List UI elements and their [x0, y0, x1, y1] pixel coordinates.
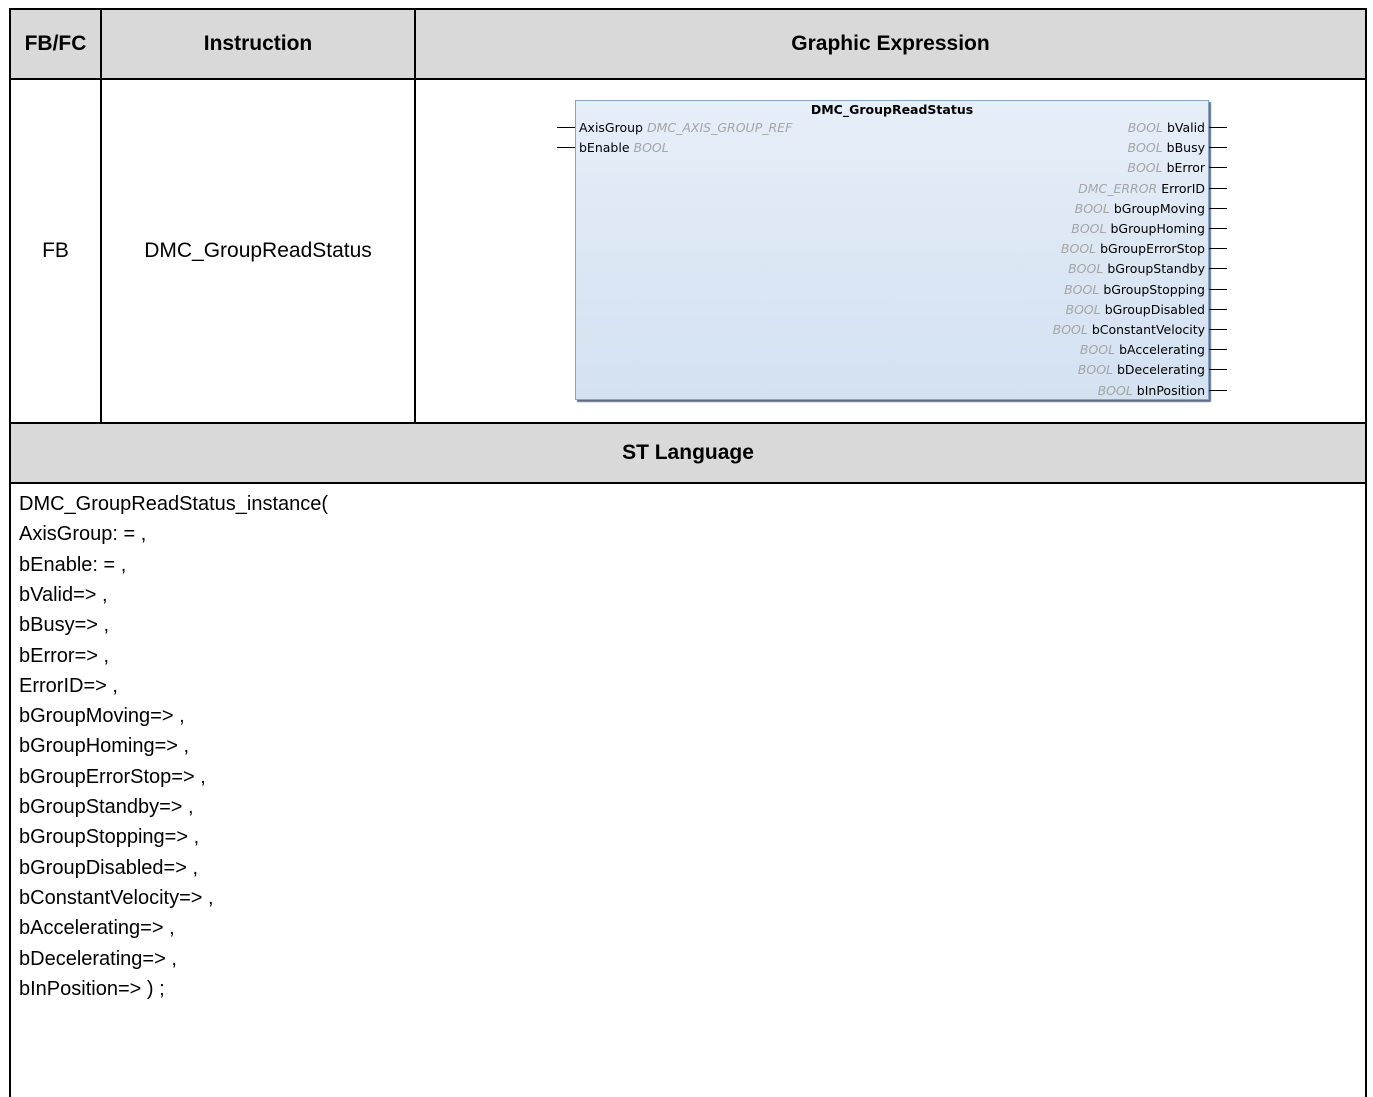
pin-name: bDecelerating — [1116, 362, 1205, 378]
output-pin-bGroupDisabled: BOOL bGroupDisabled — [1066, 300, 1206, 320]
divider — [11, 482, 1365, 484]
output-lead — [1209, 369, 1227, 371]
output-lead — [1209, 349, 1227, 351]
code-line: bGroupDisabled=> , — [19, 856, 199, 879]
output-pin-bDecelerating: BOOL bDecelerating — [1078, 360, 1205, 380]
st-language-title: ST Language — [622, 441, 754, 464]
output-lead — [1209, 308, 1227, 310]
output-lead — [1209, 248, 1227, 250]
output-lead — [1209, 187, 1227, 189]
header-fbfc: FB/FC — [24, 32, 87, 55]
output-pin-ErrorID: DMC_ERROR ErrorID — [1078, 179, 1205, 199]
code-line: bGroupErrorStop=> , — [19, 765, 206, 788]
pin-name: ErrorID — [1161, 180, 1205, 196]
st-language-header: ST Language — [11, 424, 1365, 482]
pin-name: bValid — [1166, 120, 1205, 135]
pin-type: BOOL — [1127, 120, 1167, 135]
code-line: bValid=> , — [19, 583, 108, 606]
output-lead — [1209, 127, 1227, 128]
output-lead — [1209, 167, 1227, 169]
output-lead — [1209, 228, 1227, 229]
output-pin-bGroupMoving: BOOL bGroupMoving — [1075, 199, 1205, 219]
column-divider — [414, 10, 416, 422]
code-line: bAccelerating=> , — [19, 917, 175, 940]
output-pin-bGroupHoming: BOOL bGroupHoming — [1071, 219, 1205, 239]
table-header-row: FB/FC Instruction Graphic Expression — [11, 10, 1365, 78]
cell-fbfc: FB — [42, 239, 69, 262]
output-pin-bInPosition: BOOL bInPosition — [1098, 381, 1205, 401]
pin-name: AxisGroup — [579, 120, 643, 135]
output-pin-bGroupStopping: BOOL bGroupStopping — [1064, 280, 1205, 300]
pin-type: BOOL — [1127, 140, 1167, 156]
code-line: bInPosition=> ) ; — [19, 977, 165, 1000]
pin-type: DMC_AXIS_GROUP_REF — [643, 120, 793, 135]
pin-name: bGroupStopping — [1103, 281, 1205, 297]
input-lead — [557, 127, 575, 128]
pin-type: BOOL — [1060, 241, 1101, 257]
input-lead — [557, 147, 575, 149]
output-pin-bAccelerating: BOOL bAccelerating — [1080, 340, 1205, 360]
header-instruction: Instruction — [203, 32, 313, 55]
code-line: bGroupMoving=> , — [19, 705, 185, 728]
pin-name: bEnable — [579, 140, 630, 156]
output-lead — [1209, 329, 1227, 330]
pin-name: bGroupStandby — [1107, 261, 1205, 277]
pin-type: BOOL — [629, 140, 669, 156]
output-lead — [1209, 207, 1227, 209]
output-pin-bError: BOOL bError — [1127, 158, 1205, 178]
pin-type: BOOL — [1127, 160, 1167, 176]
output-pin-bBusy: BOOL bBusy — [1127, 138, 1205, 158]
output-pin-bGroupErrorStop: BOOL bGroupErrorStop — [1061, 239, 1205, 259]
instruction-table: FB/FC Instruction Graphic Expression FB … — [9, 8, 1367, 1097]
header-graphic-expression: Graphic Expression — [791, 32, 990, 55]
code-line: bEnable: = , — [19, 553, 127, 576]
output-lead — [1209, 268, 1227, 270]
pin-name: bGroupHoming — [1110, 221, 1205, 236]
pin-name: bGroupErrorStop — [1100, 241, 1205, 257]
pin-name: bBusy — [1166, 140, 1205, 156]
code-line: ErrorID=> , — [19, 674, 118, 697]
input-pin-AxisGroup: AxisGroup DMC_AXIS_GROUP_REF — [579, 118, 792, 138]
code-line: bGroupStopping=> , — [19, 826, 200, 849]
pin-name: bConstantVelocity — [1091, 322, 1205, 337]
cell-instruction: DMC_GroupReadStatus — [144, 239, 372, 262]
code-line: bDecelerating=> , — [19, 947, 177, 970]
output-lead — [1209, 288, 1227, 290]
column-divider — [100, 10, 102, 422]
pin-type: BOOL — [1065, 301, 1105, 317]
pin-type: DMC_ERROR — [1078, 180, 1162, 196]
output-pin-bValid: BOOL bValid — [1128, 118, 1205, 138]
pin-type: BOOL — [1074, 200, 1114, 216]
pin-name: bError — [1166, 160, 1205, 176]
pin-name: bGroupMoving — [1113, 200, 1205, 216]
output-lead — [1209, 147, 1227, 149]
output-pin-bGroupStandby: BOOL bGroupStandby — [1068, 259, 1205, 279]
code-line: bConstantVelocity=> , — [19, 886, 214, 909]
code-line: bBusy=> , — [19, 614, 110, 637]
function-block-diagram: DMC_GroupReadStatus AxisGroup DMC_AXIS_G… — [575, 100, 1209, 400]
pin-name: bGroupDisabled — [1104, 301, 1205, 317]
pin-type: BOOL — [1071, 221, 1111, 236]
pin-type: BOOL — [1097, 382, 1137, 398]
pin-type: BOOL — [1079, 342, 1120, 358]
code-line: DMC_GroupReadStatus_instance( — [19, 493, 329, 515]
pin-type: BOOL — [1068, 261, 1108, 277]
code-line: bError=> , — [19, 644, 110, 667]
code-line: bGroupStandby=> , — [19, 796, 194, 818]
code-line: AxisGroup: = , — [19, 523, 147, 546]
pin-name: bAccelerating — [1119, 342, 1205, 358]
pin-name: bInPosition — [1136, 382, 1205, 398]
pin-type: BOOL — [1077, 362, 1117, 378]
output-pin-bConstantVelocity: BOOL bConstantVelocity — [1053, 320, 1205, 340]
function-block-title: DMC_GroupReadStatus — [810, 102, 974, 117]
output-lead — [1209, 389, 1227, 391]
pin-type: BOOL — [1052, 322, 1092, 337]
code-line: bGroupHoming=> , — [19, 735, 190, 758]
input-pin-bEnable: bEnable BOOL — [579, 138, 669, 158]
pin-type: BOOL — [1064, 281, 1104, 297]
